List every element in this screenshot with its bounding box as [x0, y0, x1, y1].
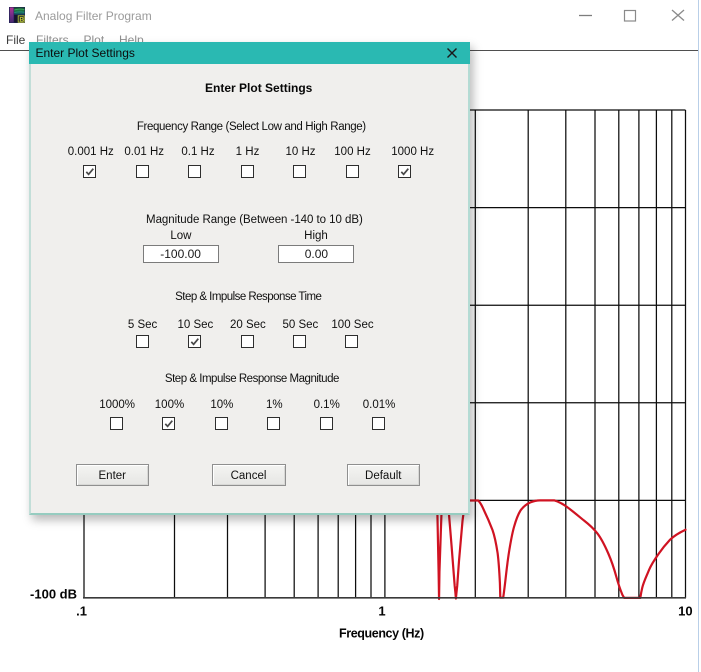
svg-text:Frequency (Hz): Frequency (Hz): [339, 627, 424, 641]
svg-text:10: 10: [678, 604, 692, 619]
svg-text:.1: .1: [76, 604, 87, 619]
svg-text:1: 1: [378, 604, 385, 619]
svg-text:-100 dB: -100 dB: [30, 587, 77, 602]
